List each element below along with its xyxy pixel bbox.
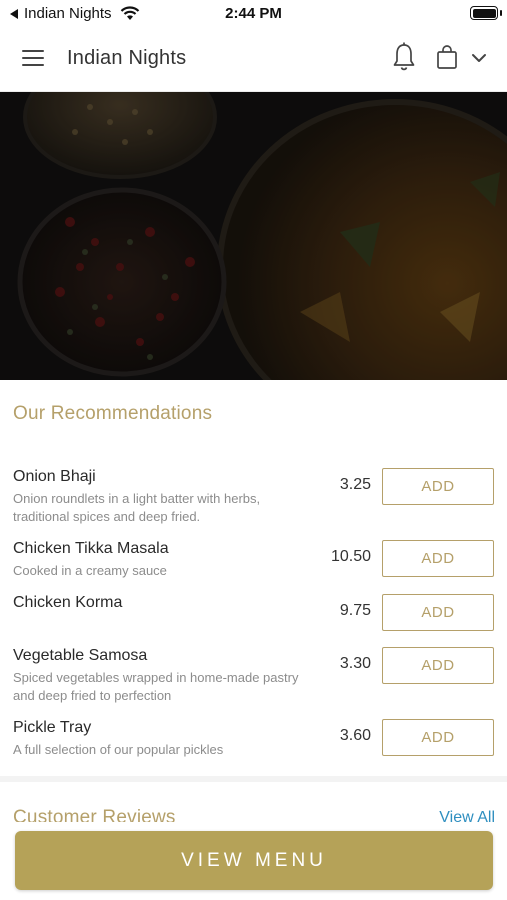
item-description: Onion roundlets in a light batter with h… — [13, 491, 261, 524]
hero-image — [0, 92, 507, 380]
item-price: 3.25 — [339, 476, 371, 493]
item-name: Onion Bhaji — [13, 468, 96, 485]
menu-icon[interactable] — [22, 50, 46, 68]
item-name: Vegetable Samosa — [13, 647, 148, 664]
chevron-down-icon[interactable] — [470, 50, 488, 66]
battery-icon — [470, 6, 498, 20]
status-bar: Indian Nights 2:44 PM — [0, 0, 507, 26]
add-button[interactable]: ADD — [382, 719, 494, 756]
item-price: 3.30 — [339, 655, 371, 672]
item-description: Cooked in a creamy sauce — [13, 563, 167, 578]
bell-icon[interactable] — [392, 42, 416, 72]
app-header: Indian Nights — [0, 26, 507, 92]
item-name: Chicken Tikka Masala — [13, 540, 169, 557]
status-time: 2:44 PM — [225, 5, 282, 22]
section-divider — [0, 776, 507, 782]
item-price: 10.50 — [330, 548, 371, 565]
item-price: 3.60 — [339, 727, 371, 744]
hero-food-photo — [0, 92, 507, 380]
item-description: A full selection of our popular pickles — [13, 742, 224, 757]
add-button[interactable]: ADD — [382, 540, 494, 577]
view-menu-button[interactable]: VIEW MENU — [15, 831, 493, 890]
app-title: Indian Nights — [67, 47, 187, 69]
add-button[interactable]: ADD — [382, 647, 494, 684]
recommendations-title: Our Recommendations — [13, 403, 213, 424]
shopping-bag-icon[interactable] — [436, 44, 458, 70]
battery-nub — [500, 10, 502, 16]
item-name: Chicken Korma — [13, 594, 123, 611]
item-name: Pickle Tray — [13, 719, 92, 736]
item-description: Spiced vegetables wrapped in home-made p… — [13, 670, 299, 703]
add-button[interactable]: ADD — [382, 468, 494, 505]
add-button[interactable]: ADD — [382, 594, 494, 631]
item-price: 9.75 — [339, 602, 371, 619]
